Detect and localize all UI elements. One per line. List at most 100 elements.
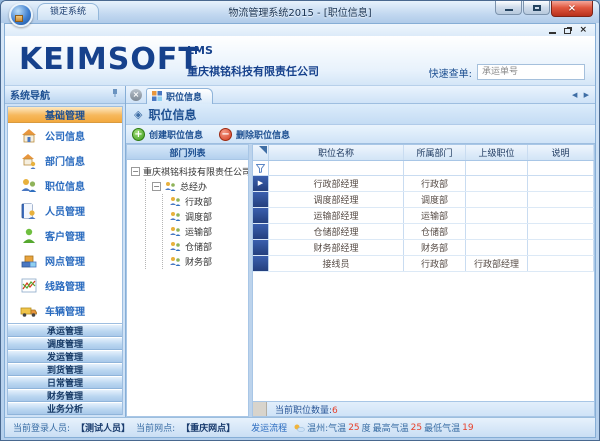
delete-position-label: 删除职位信息	[236, 128, 290, 141]
cell-department[interactable]: 调度部	[404, 192, 466, 207]
delete-position-button[interactable]: − 删除职位信息	[219, 128, 290, 141]
cell-superior[interactable]	[466, 208, 528, 223]
cell-superior[interactable]	[466, 224, 528, 239]
table-row[interactable]: 运输部经理 运输部	[253, 208, 594, 224]
filter-input-cell[interactable]	[466, 161, 528, 175]
cell-superior[interactable]	[466, 192, 528, 207]
users-icon	[164, 181, 177, 192]
tab-scroll-arrows[interactable]: ◀ ▶	[572, 91, 591, 99]
tree-node-dept[interactable]: 仓储部	[169, 239, 248, 254]
department-tree-panel: 部门列表 − 重庆祺铭科技有限责任公司 − 总经办	[126, 144, 252, 417]
cell-position-name[interactable]: 调度部经理	[269, 192, 404, 207]
node-value: 【重庆网点】	[181, 421, 235, 434]
row-selector[interactable]	[253, 224, 269, 239]
mdi-restore-button[interactable]	[564, 26, 571, 35]
users-icon	[169, 241, 182, 252]
weather-deg: 度	[362, 421, 371, 434]
pin-icon[interactable]	[110, 88, 120, 101]
column-header[interactable]: 上级职位	[466, 145, 528, 160]
mdi-close-button[interactable]: ×	[579, 26, 587, 35]
collapse-icon[interactable]: −	[131, 167, 140, 176]
filter-input-cell[interactable]	[404, 161, 466, 175]
cell-description[interactable]	[528, 240, 594, 255]
sidebar-item-label: 部门信息	[45, 153, 85, 168]
sidebar-item-vehicle[interactable]: 车辆管理	[8, 298, 122, 323]
row-selector[interactable]: ▶	[253, 176, 269, 191]
nav-group-finance[interactable]: 财务管理	[8, 389, 122, 402]
cell-description[interactable]	[528, 224, 594, 239]
sidebar-item-route[interactable]: 线路管理	[8, 273, 122, 298]
cell-department[interactable]: 财务部	[404, 240, 466, 255]
tree-node-root[interactable]: − 重庆祺铭科技有限责任公司	[131, 164, 248, 179]
collapse-icon[interactable]: −	[152, 182, 161, 191]
quick-search-input[interactable]	[477, 64, 585, 80]
cell-superior[interactable]: 行政部经理	[466, 256, 528, 271]
select-all-cell[interactable]	[253, 145, 269, 160]
nav-group-arrival[interactable]: 到货管理	[8, 363, 122, 376]
nav-group-dispatch[interactable]: 调度管理	[8, 337, 122, 350]
cell-superior[interactable]	[466, 240, 528, 255]
row-selector[interactable]	[253, 208, 269, 223]
cell-description[interactable]	[528, 176, 594, 191]
shipping-flow-link[interactable]: 发运流程	[251, 421, 287, 434]
cell-superior[interactable]	[466, 176, 528, 191]
cell-department[interactable]: 仓储部	[404, 224, 466, 239]
tree-node-label: 总经办	[180, 180, 207, 193]
cell-position-name[interactable]: 财务部经理	[269, 240, 404, 255]
cell-department[interactable]: 行政部	[404, 176, 466, 191]
mdi-minimize-button[interactable]	[549, 26, 556, 35]
tree-node-dept[interactable]: 财务部	[169, 254, 248, 269]
table-row[interactable]: 接线员 行政部 行政部经理	[253, 256, 594, 272]
cell-department[interactable]: 运输部	[404, 208, 466, 223]
minimize-button[interactable]	[495, 1, 522, 15]
create-position-button[interactable]: + 创建职位信息	[132, 128, 203, 141]
row-selector[interactable]	[253, 240, 269, 255]
cell-description[interactable]	[528, 192, 594, 207]
tree-node-dept[interactable]: 行政部	[169, 194, 248, 209]
filter-input-cell[interactable]	[269, 161, 404, 175]
cell-description[interactable]	[528, 208, 594, 223]
table-row[interactable]: 财务部经理 财务部	[253, 240, 594, 256]
nav-group-daily[interactable]: 日常管理	[8, 376, 122, 389]
cell-position-name[interactable]: 接线员	[269, 256, 404, 271]
column-header[interactable]: 说明	[528, 145, 594, 160]
filter-cell	[253, 161, 269, 175]
diamond-icon: ◈	[134, 108, 142, 121]
cell-position-name[interactable]: 运输部经理	[269, 208, 404, 223]
tab-position-info[interactable]: 职位信息	[146, 88, 213, 104]
company-logo: KEIMSOFT	[19, 42, 200, 77]
sidebar-item-personnel[interactable]: 人员管理	[8, 198, 122, 223]
row-selector[interactable]	[253, 256, 269, 271]
sidebar-item-position-info[interactable]: 职位信息	[8, 173, 122, 198]
nav-group-carrier[interactable]: 承运管理	[8, 324, 122, 337]
nav-group-shipping[interactable]: 发运管理	[8, 350, 122, 363]
cell-description[interactable]	[528, 256, 594, 271]
table-row[interactable]: ▶ 行政部经理 行政部	[253, 176, 594, 192]
sidebar-item-department-info[interactable]: 部门信息	[8, 148, 122, 173]
table-row[interactable]: 仓储部经理 仓储部	[253, 224, 594, 240]
tree-node-label: 运输部	[185, 225, 212, 238]
cell-department[interactable]: 行政部	[404, 256, 466, 271]
cell-position-name[interactable]: 仓储部经理	[269, 224, 404, 239]
cell-position-name[interactable]: 行政部经理	[269, 176, 404, 191]
sidebar-item-company-info[interactable]: 公司信息	[8, 123, 122, 148]
tab-close-button[interactable]: ×	[130, 89, 142, 101]
weather-high-label: 最高气温	[373, 421, 409, 434]
filter-input-cell[interactable]	[528, 161, 594, 175]
nav-section-basic[interactable]: 基础管理	[8, 107, 122, 123]
close-button[interactable]: ×	[551, 1, 593, 17]
nav-group-analysis[interactable]: 业务分析	[8, 402, 122, 415]
table-row[interactable]: 调度部经理 调度部	[253, 192, 594, 208]
tree-node-dept[interactable]: 调度部	[169, 209, 248, 224]
column-header[interactable]: 职位名称	[269, 145, 404, 160]
column-header[interactable]: 所属部门	[404, 145, 466, 160]
personnel-book-icon	[20, 202, 38, 220]
sidebar-item-customer[interactable]: 客户管理	[8, 223, 122, 248]
row-selector[interactable]	[253, 192, 269, 207]
tree-node-branch[interactable]: − 总经办	[152, 179, 248, 194]
position-count-label: 当前职位数量:	[275, 406, 332, 416]
tree-node-dept[interactable]: 运输部	[169, 224, 248, 239]
window-body: × KEIMSOFT LMS 重庆祺铭科技有限责任公司 快速查单: 系统导航	[4, 23, 596, 438]
sidebar-item-network[interactable]: 网点管理	[8, 248, 122, 273]
maximize-button[interactable]	[523, 1, 550, 15]
